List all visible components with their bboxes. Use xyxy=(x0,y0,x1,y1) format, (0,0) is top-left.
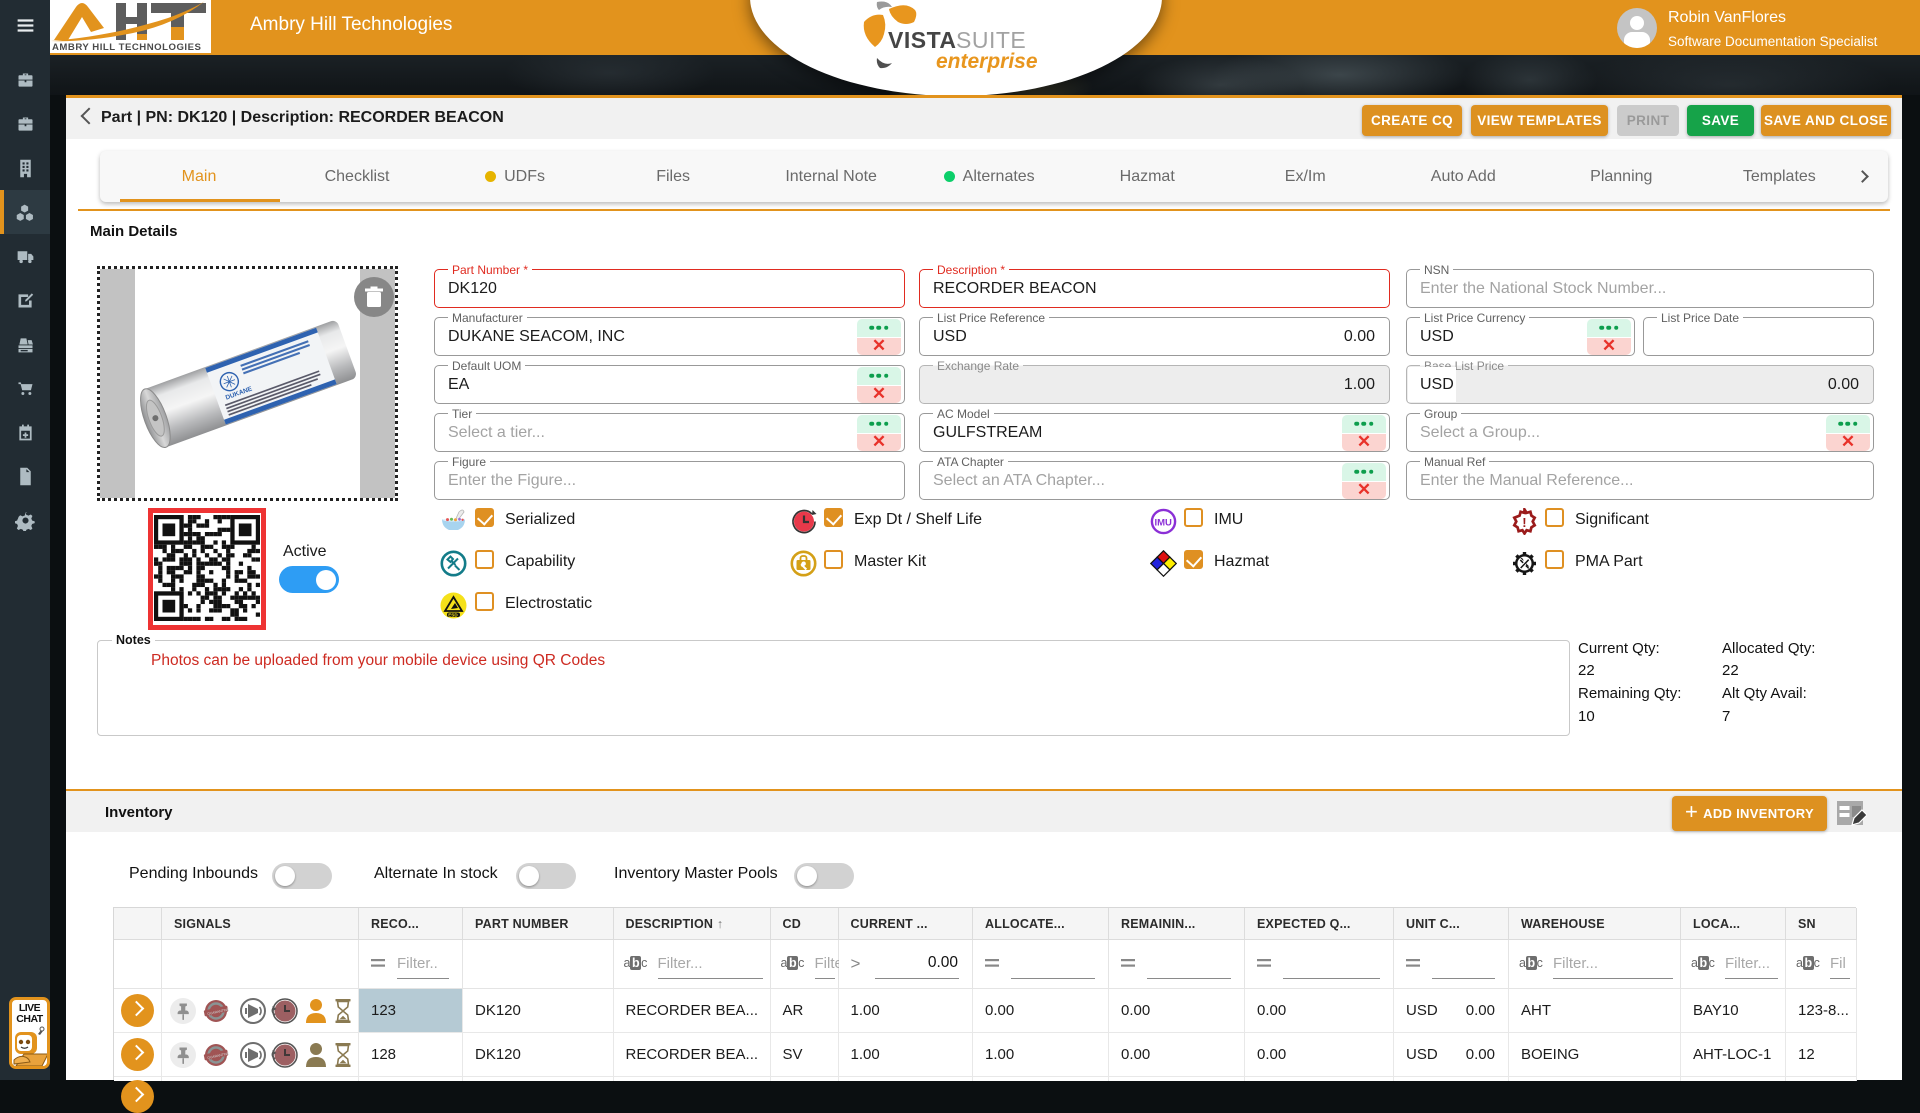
svg-text:ESD: ESD xyxy=(448,613,458,618)
svg-text:IMU: IMU xyxy=(1155,518,1173,529)
svg-text:AMBRY HILL TECHNOLOGIES: AMBRY HILL TECHNOLOGIES xyxy=(52,42,201,53)
svg-text:enterprise: enterprise xyxy=(936,50,1038,73)
svg-text:!: ! xyxy=(1522,515,1526,530)
